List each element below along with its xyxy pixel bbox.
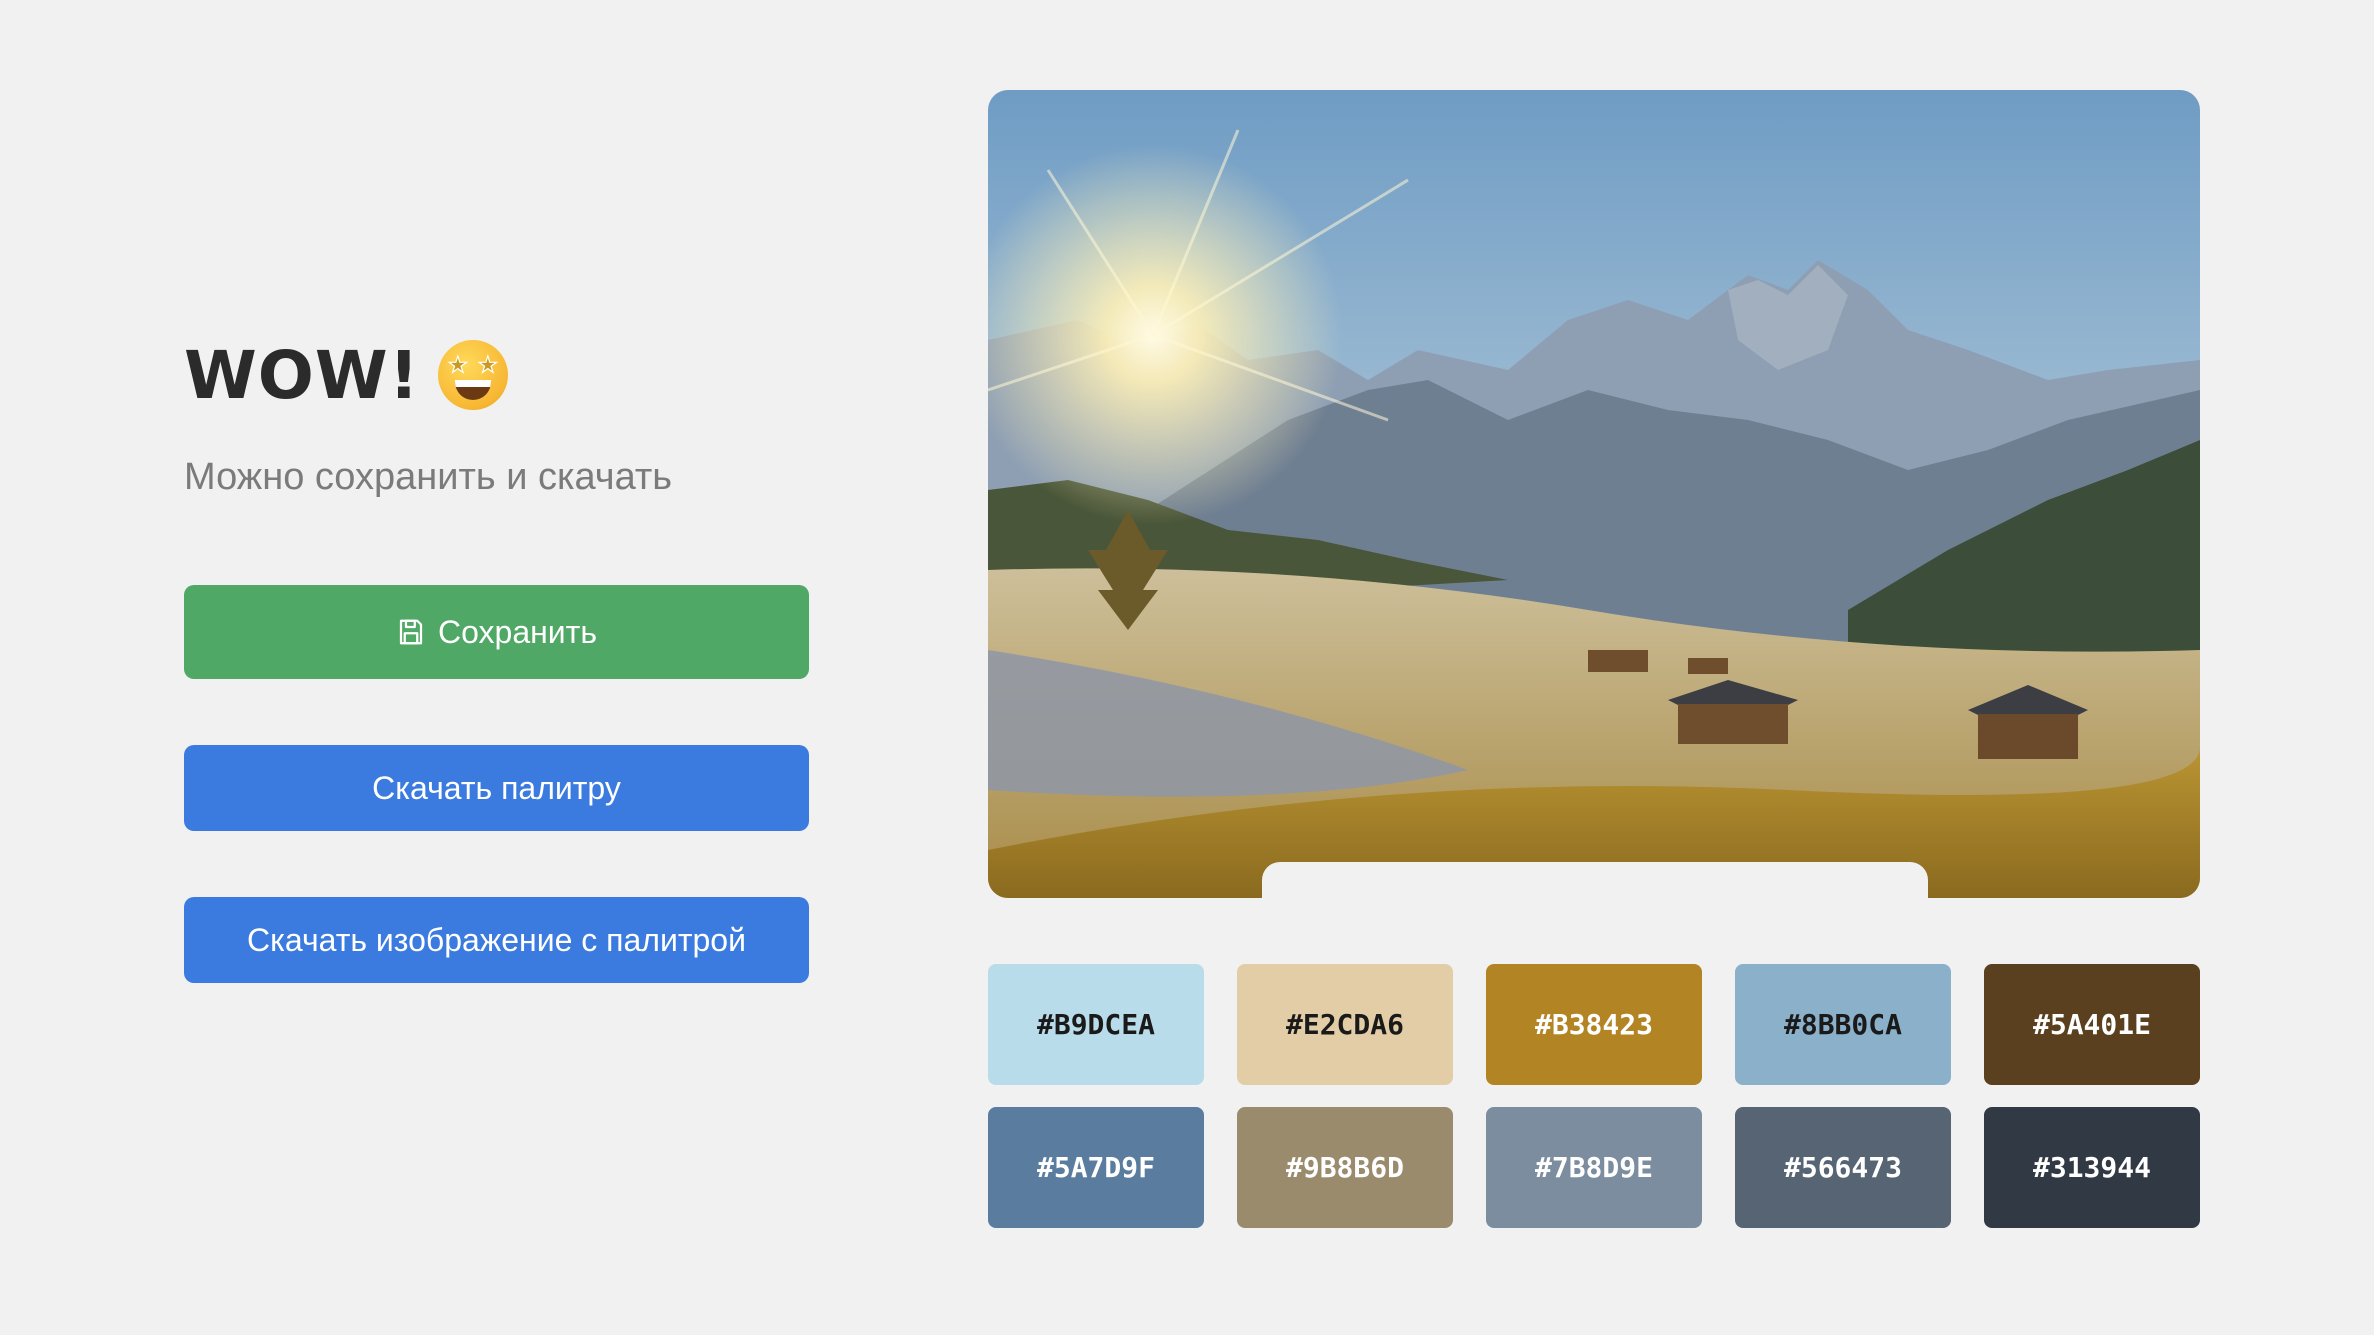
palette-swatches: #B9DCEA #E2CDA6 #B38423 #8BB0CA #5A401E #5A7D…: [988, 964, 2200, 1228]
color-swatch[interactable]: #E2CDA6: [1237, 964, 1453, 1085]
color-swatch[interactable]: #5A7D9F: [988, 1107, 1204, 1228]
subtitle: Можно сохранить и скачать: [184, 456, 673, 498]
color-swatch[interactable]: #9B8B6D: [1237, 1107, 1453, 1228]
color-swatch[interactable]: #8BB0CA: [1735, 964, 1951, 1085]
mountain-landscape-photo: [988, 90, 2200, 898]
color-swatch[interactable]: #B9DCEA: [988, 964, 1204, 1085]
download-palette-label: Скачать палитру: [372, 769, 621, 806]
title-row: WOW!: [184, 330, 809, 420]
save-button[interactable]: Сохранить: [184, 585, 809, 679]
save-button-label: Сохранить: [437, 613, 597, 650]
color-swatch[interactable]: #7B8D9E: [1486, 1107, 1702, 1228]
page: WOW! Можно сохранить и скачать Сохранить…: [0, 0, 2374, 1335]
color-swatch[interactable]: #566473: [1735, 1107, 1951, 1228]
image-tab: [1262, 862, 1928, 902]
download-image-button[interactable]: Скачать изображение с палитрой: [184, 897, 809, 983]
download-image-label: Скачать изображение с палитрой: [247, 921, 746, 958]
page-title: WOW!: [184, 336, 420, 414]
download-palette-button[interactable]: Скачать палитру: [184, 745, 809, 831]
color-swatch[interactable]: #313944: [1984, 1107, 2200, 1228]
color-swatch[interactable]: #5A401E: [1984, 964, 2200, 1085]
floppy-disk-icon: [399, 619, 423, 645]
left-panel: WOW! Можно сохранить и скачать Сохранить…: [184, 330, 809, 983]
star-struck-emoji-icon: [437, 340, 508, 410]
color-swatch[interactable]: #B38423: [1486, 964, 1702, 1085]
